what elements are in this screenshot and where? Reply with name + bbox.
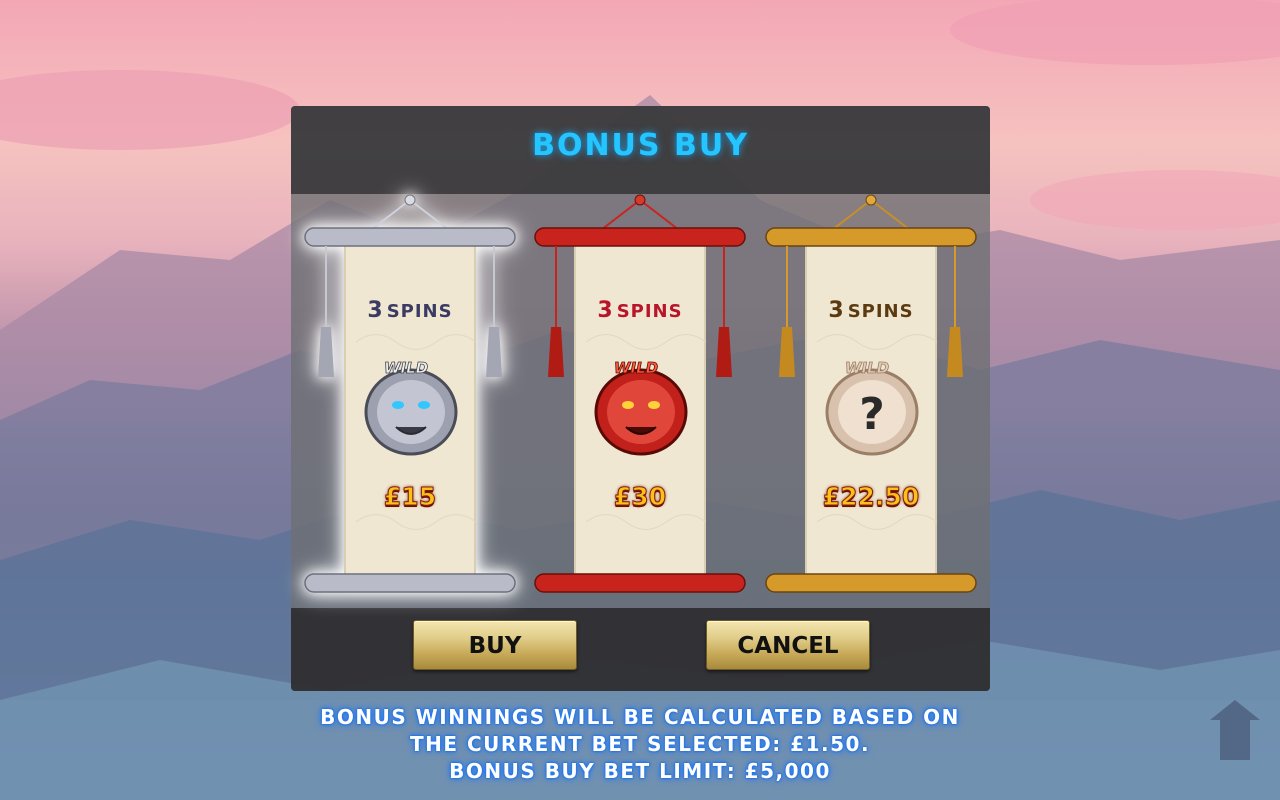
bonus-option-red[interactable]: 3 SPINS WILD £30 [531,192,749,612]
silver-tiger-wild-icon: WILD [364,359,458,456]
bonus-buy-dialog: BONUS BUY 3 SPINS WILD £15 3 SPINS WILD … [291,106,990,691]
spins-word: SPINS [847,301,914,322]
notice-line-3: BONUS BUY BET LIMIT: £5,000 [449,759,831,783]
spins-number: 3 [597,298,613,323]
option-price: £22.50 [822,482,920,512]
tiger-wild-label: WILD [845,359,889,377]
tiger-wild-label: WILD [614,359,658,377]
bonus-option-silver[interactable]: 3 SPINS WILD £15 [301,192,519,612]
buy-button[interactable]: BUY [413,620,577,670]
question-mark-icon: ? [859,389,885,440]
spins-word: SPINS [386,301,453,322]
mystery-tiger-wild-icon: ? WILD [825,359,919,456]
spins-number: 3 [367,298,383,323]
option-price: £15 [383,482,437,512]
option-spins-text: 3 SPINS [762,298,980,323]
dialog-title: BONUS BUY [532,128,749,163]
red-tiger-wild-icon: WILD [594,359,688,456]
cancel-button[interactable]: CANCEL [706,620,870,670]
option-spins-text: 3 SPINS [301,298,519,323]
tiger-wild-label: WILD [384,359,428,377]
bet-notice: BONUS WINNINGS WILL BE CALCULATED BASED … [240,704,1040,785]
notice-line-2: THE CURRENT BET SELECTED: £1.50. [409,732,871,756]
notice-line-1: BONUS WINNINGS WILL BE CALCULATED BASED … [320,705,960,729]
option-price: £30 [613,482,667,512]
bonus-option-gold[interactable]: 3 SPINS ? WILD £22.50 [762,192,980,612]
spins-number: 3 [828,298,844,323]
spins-word: SPINS [616,301,683,322]
option-spins-text: 3 SPINS [531,298,749,323]
dialog-footer [291,608,990,691]
